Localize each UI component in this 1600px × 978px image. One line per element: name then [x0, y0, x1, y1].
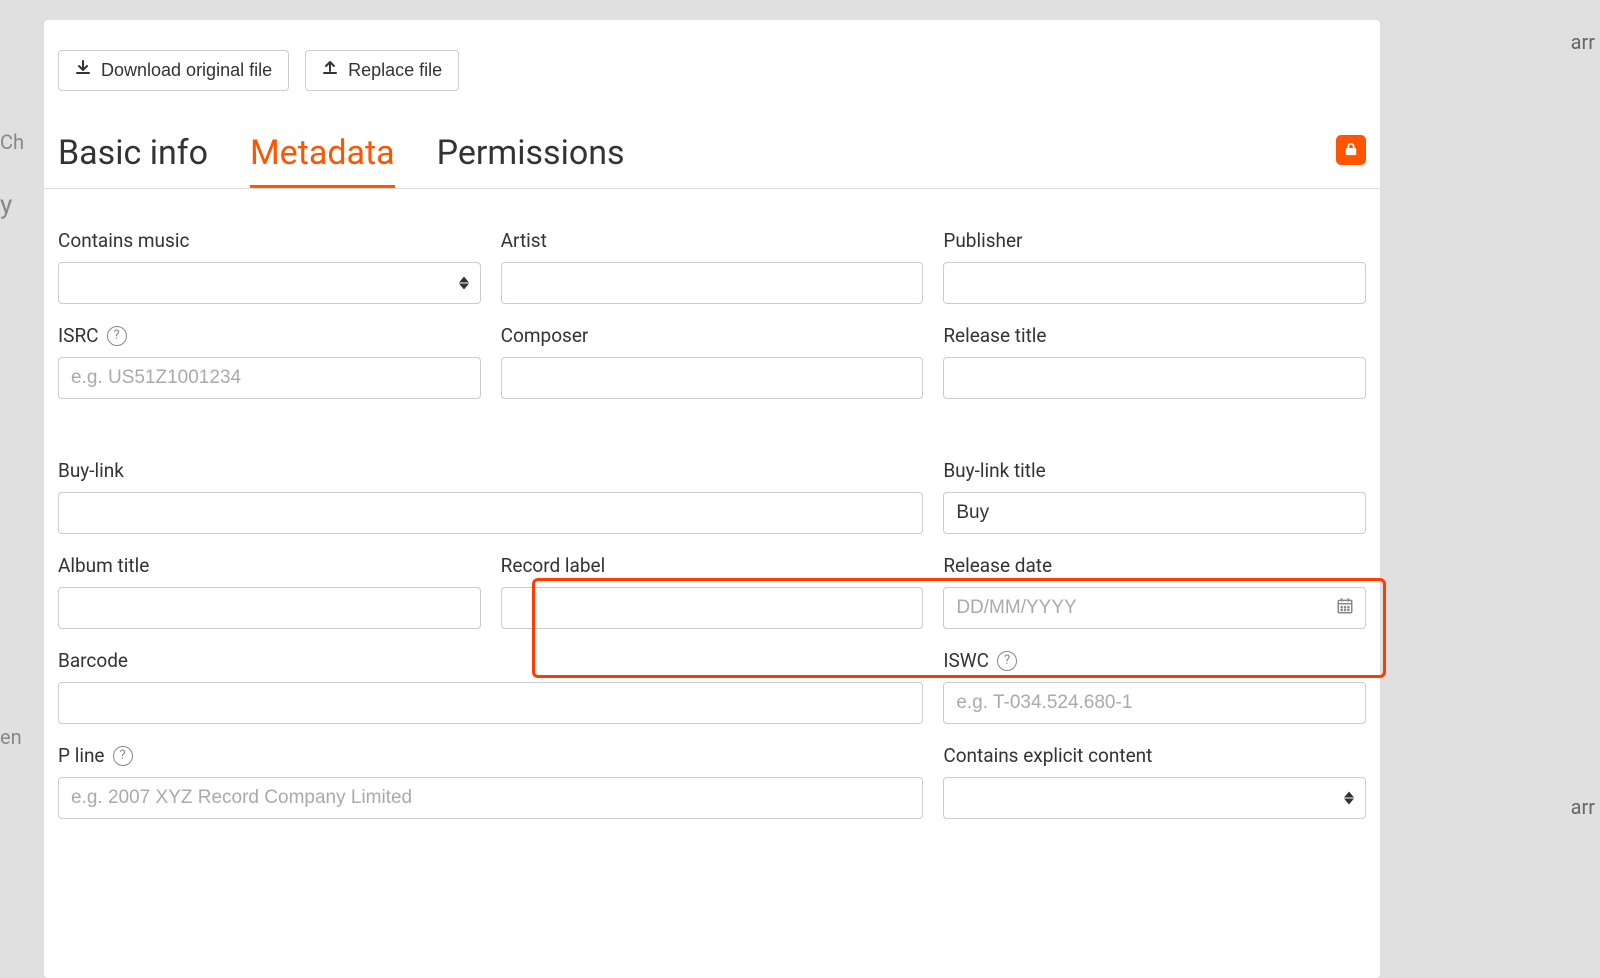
- field-buy-link-title: Buy-link title: [943, 459, 1366, 534]
- release-title-label: Release title: [943, 324, 1366, 347]
- field-publisher: Publisher: [943, 229, 1366, 304]
- tab-basic-info[interactable]: Basic info: [58, 121, 208, 188]
- contains-music-label: Contains music: [58, 229, 481, 252]
- field-buy-link: Buy-link: [58, 459, 923, 534]
- field-explicit: Contains explicit content: [943, 744, 1366, 819]
- contains-music-select[interactable]: [58, 262, 481, 304]
- explicit-label: Contains explicit content: [943, 744, 1366, 767]
- p-line-label: P line ?: [58, 744, 923, 767]
- background-text: arr: [1571, 795, 1595, 819]
- buy-link-label: Buy-link: [58, 459, 923, 482]
- record-label-label: Record label: [501, 554, 924, 577]
- download-original-button[interactable]: Download original file: [58, 50, 289, 91]
- field-contains-music: Contains music: [58, 229, 481, 304]
- background-text: y: [0, 190, 12, 220]
- explicit-select[interactable]: [943, 777, 1366, 819]
- release-title-input[interactable]: [943, 357, 1366, 399]
- field-artist: Artist: [501, 229, 924, 304]
- album-title-input[interactable]: [58, 587, 481, 629]
- isrc-input[interactable]: [58, 357, 481, 399]
- metadata-form: Contains music Artist Publisher ISRC: [44, 189, 1380, 819]
- download-icon: [75, 60, 91, 81]
- field-composer: Composer: [501, 324, 924, 399]
- buy-link-title-label: Buy-link title: [943, 459, 1366, 482]
- replace-label: Replace file: [348, 60, 442, 81]
- record-label-input[interactable]: [501, 587, 924, 629]
- p-line-input[interactable]: [58, 777, 923, 819]
- help-icon[interactable]: ?: [113, 746, 133, 766]
- download-label: Download original file: [101, 60, 272, 81]
- field-p-line: P line ?: [58, 744, 923, 819]
- edit-modal: Download original file Replace file Basi…: [44, 20, 1380, 978]
- field-barcode: Barcode: [58, 649, 923, 724]
- background-text: en: [0, 725, 22, 749]
- publisher-input[interactable]: [943, 262, 1366, 304]
- top-button-row: Download original file Replace file: [44, 50, 1380, 121]
- background-text: Ch: [0, 130, 24, 154]
- field-iswc: ISWC ?: [943, 649, 1366, 724]
- album-title-label: Album title: [58, 554, 481, 577]
- publisher-label: Publisher: [943, 229, 1366, 252]
- replace-file-button[interactable]: Replace file: [305, 50, 459, 91]
- field-record-label: Record label: [501, 554, 924, 629]
- tab-permissions[interactable]: Permissions: [437, 121, 625, 188]
- upload-icon: [322, 60, 338, 81]
- lock-badge[interactable]: [1336, 135, 1366, 165]
- field-isrc: ISRC ?: [58, 324, 481, 399]
- composer-label: Composer: [501, 324, 924, 347]
- buy-link-title-input[interactable]: [943, 492, 1366, 534]
- help-icon[interactable]: ?: [107, 326, 127, 346]
- field-release-title: Release title: [943, 324, 1366, 399]
- iswc-label: ISWC ?: [943, 649, 1366, 672]
- release-date-label: Release date: [943, 554, 1366, 577]
- buy-link-input[interactable]: [58, 492, 923, 534]
- field-release-date: Release date: [943, 554, 1366, 629]
- isrc-label: ISRC ?: [58, 324, 481, 347]
- release-date-input[interactable]: [943, 587, 1366, 629]
- help-icon[interactable]: ?: [997, 651, 1017, 671]
- barcode-label: Barcode: [58, 649, 923, 672]
- composer-input[interactable]: [501, 357, 924, 399]
- tab-metadata[interactable]: Metadata: [250, 121, 395, 188]
- lock-icon: [1344, 141, 1358, 160]
- background-text: arr: [1571, 30, 1595, 54]
- barcode-input[interactable]: [58, 682, 923, 724]
- tabs: Basic info Metadata Permissions: [44, 121, 1380, 189]
- field-album-title: Album title: [58, 554, 481, 629]
- artist-label: Artist: [501, 229, 924, 252]
- iswc-input[interactable]: [943, 682, 1366, 724]
- artist-input[interactable]: [501, 262, 924, 304]
